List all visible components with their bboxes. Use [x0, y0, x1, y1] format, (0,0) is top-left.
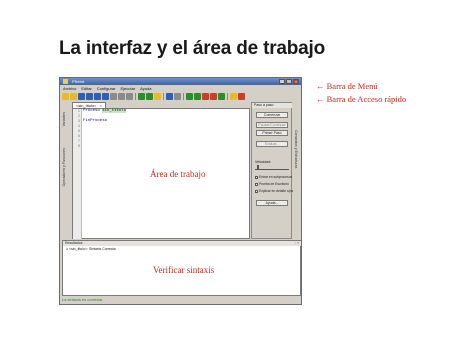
work-area[interactable]: 1 2 3 4 5 6 7 8 Proceso sin_titulo FinPr… — [72, 108, 250, 239]
checkbox-box[interactable]: ✓ — [255, 175, 259, 179]
toolbar-separator — [135, 93, 136, 100]
line-gutter: 1 2 3 4 5 6 7 8 — [73, 109, 82, 239]
toolbar-separator — [183, 93, 184, 100]
toolbar-separator — [163, 93, 164, 100]
right-side-panel: Comandos y Estructuras — [293, 102, 301, 239]
copy-icon[interactable] — [118, 93, 125, 100]
work-area-label: Área de trabajo — [150, 169, 206, 179]
checkbox-enter-subprocesses[interactable]: ✓ Entrar en subprocesos — [255, 175, 292, 179]
callout-toolbar: ← Barra de Acceso rápido — [316, 94, 407, 104]
stop-icon[interactable] — [210, 93, 217, 100]
exit-icon[interactable] — [238, 93, 245, 100]
replace-icon[interactable] — [154, 93, 161, 100]
cut-icon[interactable] — [110, 93, 117, 100]
left-side-panel: Variables Operadores y Funciones — [61, 108, 71, 238]
code-keyword-finproceso: FinProceso — [83, 119, 108, 123]
maximize-icon[interactable]: □ — [286, 79, 292, 84]
run-icon[interactable] — [186, 93, 193, 100]
minimize-icon[interactable]: _ — [279, 79, 285, 84]
open-folder-icon[interactable] — [70, 93, 77, 100]
quick-access-toolbar — [62, 92, 299, 101]
help-button[interactable]: Ayuda... — [256, 200, 288, 206]
results-message[interactable]: ● <sin_titulo>: Sintaxis Correcta — [66, 247, 116, 251]
execution-panel-header: Paso a paso — [252, 103, 292, 108]
undo-icon[interactable] — [94, 93, 101, 100]
first-step-button[interactable]: Primer Paso — [256, 130, 288, 136]
find-next-icon[interactable] — [146, 93, 153, 100]
save-as-icon[interactable] — [86, 93, 93, 100]
window-title: PSeInt — [72, 79, 85, 84]
window-controls: _ □ × — [279, 79, 299, 84]
variables-tab[interactable]: Variables — [62, 112, 70, 126]
save-icon[interactable] — [78, 93, 85, 100]
window-titlebar[interactable]: PSeInt _ □ × — [60, 78, 301, 85]
checkbox-label: Prueba de Escritorio — [259, 182, 289, 186]
success-icon: ● — [66, 247, 69, 251]
toolbar-separator — [227, 93, 228, 100]
menu-configurar[interactable]: Configurar — [97, 85, 116, 92]
paste-icon[interactable] — [126, 93, 133, 100]
status-bar: La sintaxis es correcta. — [62, 297, 103, 302]
code-text[interactable]: Proceso sin_titulo FinProceso — [83, 109, 127, 124]
operators-functions-tab[interactable]: Operadores y Funciones — [62, 148, 70, 186]
code-keyword-proceso: Proceso — [83, 109, 100, 113]
indent-icon[interactable] — [166, 93, 173, 100]
results-controls[interactable]: ▫ × — [295, 241, 299, 246]
start-button[interactable]: Comenzar — [256, 112, 288, 118]
slide-title: La interfaz y el área de trabajo — [59, 38, 326, 59]
callout-menu-bar: ← Barra de Menú — [316, 81, 378, 91]
menu-bar: Archivo Editar Configurar Ejecutar Ayuda — [60, 85, 301, 92]
line-number: 8 — [78, 144, 80, 148]
checkbox-explain-steps[interactable]: Explicar en detalle c/paso — [255, 189, 297, 193]
code-process-name: sin_titulo — [102, 109, 127, 113]
checkbox-box[interactable] — [255, 189, 258, 193]
checkbox-box[interactable] — [255, 182, 258, 186]
results-message-text: <sin_titulo>: Sintaxis Correcta — [69, 247, 116, 251]
results-header: Resultados ▫ × — [63, 241, 301, 246]
redo-icon[interactable] — [102, 93, 109, 100]
checkbox-desk-test[interactable]: Prueba de Escritorio — [255, 182, 289, 186]
comment-icon[interactable] — [174, 93, 181, 100]
menu-archivo[interactable]: Archivo — [63, 85, 76, 92]
execution-panel: Paso a paso Comenzar Pausar/Continuar Pr… — [251, 102, 297, 239]
menu-editar[interactable]: Editar — [81, 85, 91, 92]
menu-ayuda[interactable]: Ayuda — [140, 85, 151, 92]
menu-ejecutar[interactable]: Ejecutar — [120, 85, 135, 92]
checkbox-label: Entrar en subprocesos — [259, 175, 293, 179]
app-icon — [63, 79, 68, 84]
find-icon[interactable] — [138, 93, 145, 100]
help-icon[interactable] — [230, 93, 237, 100]
speed-slider[interactable] — [255, 165, 289, 170]
commands-structures-tab[interactable]: Comandos y Estructuras — [294, 130, 298, 168]
new-file-icon[interactable] — [62, 93, 69, 100]
close-icon[interactable]: × — [293, 79, 299, 84]
results-panel: Resultados ▫ × ● <sin_titulo>: Sintaxis … — [62, 240, 301, 296]
flowchart-icon[interactable] — [218, 93, 225, 100]
checkbox-label: Explicar en detalle c/paso — [259, 189, 297, 193]
pause-continue-button[interactable]: Pausar/Continuar — [256, 122, 288, 128]
debug-icon[interactable] — [202, 93, 209, 100]
verify-syntax-label: Verificar sintaxis — [153, 265, 215, 275]
slider-knob[interactable] — [256, 165, 259, 169]
evaluate-button[interactable]: Evaluar... — [256, 141, 288, 147]
results-title: Resultados — [65, 241, 83, 245]
pseint-window: PSeInt _ □ × Archivo Editar Configurar E… — [59, 77, 302, 305]
speed-label: Velocidad: — [255, 160, 272, 164]
step-icon[interactable] — [194, 93, 201, 100]
